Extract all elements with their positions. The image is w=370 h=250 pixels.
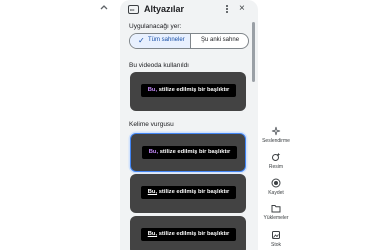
caption-preview: Bu, stilize edilmiş bir başlıktır	[142, 146, 237, 159]
stock-media-icon	[272, 231, 280, 239]
sparkle-mic-icon	[271, 126, 281, 136]
highlighted-word: Bu,	[147, 87, 158, 93]
caption-style-card[interactable]: Bu, stilize edilmiş bir başlıktır	[130, 174, 246, 213]
caption-style-card[interactable]: Bu, stilize edilmiş bir başlıktır	[130, 216, 246, 250]
rail-item-image[interactable]: Resim	[258, 152, 294, 170]
rail-item-label: Seslendirme	[262, 138, 290, 144]
caption-preview: Bu, stilize edilmiş bir başlıktır	[141, 228, 236, 241]
caption-text: stilize edilmiş bir başlıktır	[157, 87, 230, 93]
panel-header: cc Altyazılar ×	[120, 0, 258, 20]
caption-style-card-selected[interactable]: Bu, stilize edilmiş bir başlıktır	[130, 133, 246, 172]
caption-preview: Bu, stilize edilmiş bir başlıktır	[141, 84, 236, 97]
rail-item-uploads[interactable]: Yüklemeler	[258, 204, 294, 221]
rail-item-label: Kaydet	[268, 190, 284, 196]
caption-style-card[interactable]: Bu, stilize edilmiş bir başlıktır	[130, 72, 246, 111]
rail-item-voiceover[interactable]: Seslendirme	[258, 126, 294, 144]
caption-preview: Bu, stilize edilmiş bir başlıktır	[141, 186, 236, 199]
all-scenes-label: Tüm sahneler	[148, 37, 185, 43]
caption-text: stilize edilmiş bir başlıktır	[158, 149, 231, 155]
current-scene-label: Şu anki sahne	[201, 37, 240, 43]
sparkle-image-icon	[272, 152, 281, 161]
canvas-area	[0, 0, 118, 250]
more-options-icon[interactable]	[224, 4, 230, 15]
checkmark-icon: ✓	[138, 36, 145, 45]
captions-panel: cc Altyazılar × Uygulanacağı yer: ✓ Tüm …	[120, 0, 258, 250]
closed-captions-icon: cc	[128, 5, 139, 14]
panel-title: Altyazılar	[144, 4, 185, 14]
highlighted-word: Bu,	[147, 189, 158, 195]
word-highlight-label: Kelime vurgusu	[129, 121, 174, 128]
used-in-video-label: Bu videoda kullanıldı	[129, 62, 189, 69]
close-panel-button[interactable]: ×	[239, 3, 245, 15]
rail-item-label: Stok	[270, 242, 281, 248]
caption-text: stilize edilmiş bir başlıktır	[157, 189, 230, 195]
panel-scrollbar[interactable]	[252, 22, 255, 82]
all-scenes-option[interactable]: ✓ Tüm sahneler	[130, 34, 191, 48]
current-scene-option[interactable]: Şu anki sahne	[191, 34, 248, 48]
record-icon	[271, 178, 281, 188]
rail-item-record[interactable]: Kaydet	[258, 178, 294, 196]
apply-to-segmented-control: ✓ Tüm sahneler Şu anki sahne	[129, 33, 249, 49]
chevron-up-icon[interactable]	[98, 2, 110, 12]
cc-glyph: cc	[130, 7, 135, 12]
folder-icon	[271, 205, 281, 213]
rail-item-label: Yüklemeler	[263, 215, 289, 221]
apply-to-label: Uygulanacağı yer:	[129, 23, 182, 30]
rail-item-stock[interactable]: Stok	[258, 230, 294, 248]
caption-text: stilize edilmiş bir başlıktır	[157, 231, 230, 237]
rail-item-label: Resim	[268, 164, 284, 170]
highlighted-word: Bu,	[148, 149, 159, 155]
highlighted-word: Bu,	[147, 231, 158, 237]
